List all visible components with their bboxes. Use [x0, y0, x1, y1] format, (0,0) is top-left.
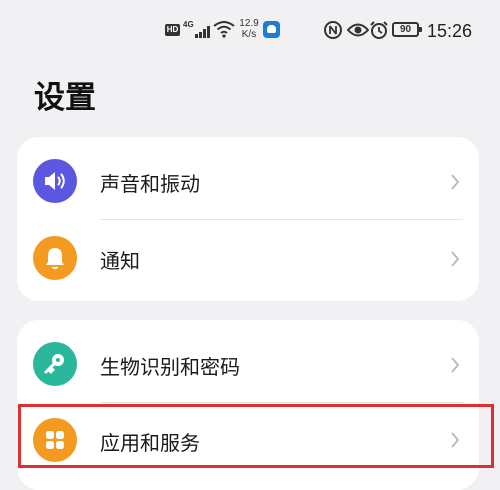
- battery-indicator: 90: [392, 22, 422, 37]
- settings-item-biometrics-password[interactable]: 生物识别和密码: [17, 326, 479, 402]
- nfc-icon: [323, 20, 343, 40]
- alarm-icon: [369, 20, 389, 40]
- signal-icon: [195, 26, 211, 38]
- speed-unit: K/s: [241, 29, 257, 40]
- hd-badge: HD: [165, 24, 180, 36]
- settings-item-sound-vibration[interactable]: 声音和振动: [17, 143, 479, 219]
- chevron-right-icon: [450, 250, 460, 268]
- bell-icon: [33, 236, 77, 280]
- status-bar: HD 4G 12.9 K/s 90 15:26: [0, 0, 500, 62]
- settings-item-label: 通知: [100, 249, 140, 273]
- chevron-right-icon: [450, 356, 460, 374]
- speaker-icon: [33, 159, 77, 203]
- key-icon: [33, 342, 77, 386]
- settings-item-label: 生物识别和密码: [100, 355, 240, 379]
- wifi-icon: [213, 20, 235, 38]
- highlight-box: [18, 404, 494, 468]
- network-type: 4G: [183, 20, 194, 29]
- eye-comfort-icon: [346, 22, 370, 38]
- settings-item-notifications[interactable]: 通知: [17, 220, 479, 296]
- clock: 15:26: [427, 21, 473, 41]
- app-notification-icon: [263, 21, 280, 38]
- speed-value: 12.9: [239, 18, 259, 29]
- settings-group-1: 声音和振动 通知: [17, 137, 479, 301]
- chevron-right-icon: [450, 173, 460, 191]
- settings-item-label: 声音和振动: [100, 172, 200, 196]
- page-title: 设置: [34, 80, 96, 116]
- network-speed: 12.9 K/s: [238, 18, 260, 40]
